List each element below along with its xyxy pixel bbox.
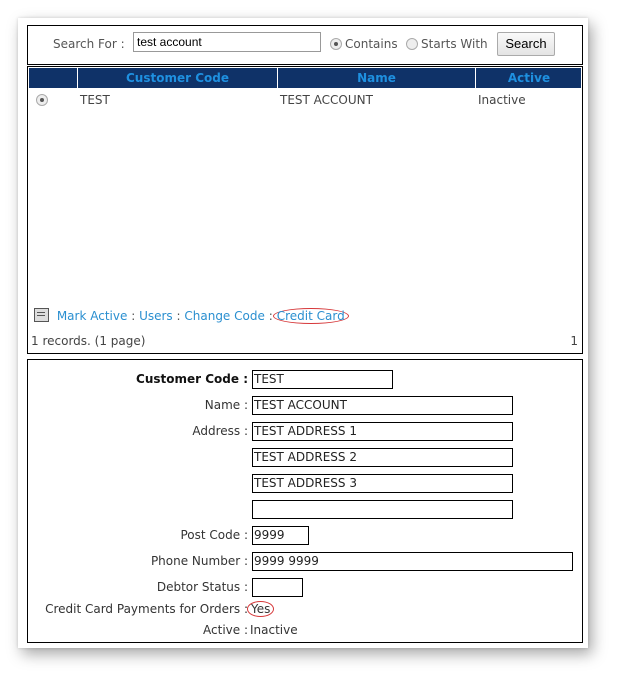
address-line-3-field[interactable]: TEST ADDRESS 3 [252, 474, 513, 493]
page-link[interactable]: 1 [570, 334, 578, 348]
customer-details-form: Customer Code : TEST Name : TEST ACCOUNT… [27, 359, 583, 643]
contains-label[interactable]: Contains [345, 37, 398, 51]
cell-active: Inactive [478, 93, 526, 107]
search-input[interactable]: test account [133, 32, 321, 52]
records-count: 1 records. (1 page) [31, 334, 146, 348]
address-line-1-field[interactable]: TEST ADDRESS 1 [252, 422, 513, 441]
name-label: Name : [204, 398, 248, 412]
column-active[interactable]: Active [475, 68, 582, 88]
customer-panel: Search For : test account Contains Start… [18, 18, 588, 648]
debtor-status-label: Debtor Status : [156, 580, 248, 594]
row-select-radio[interactable] [36, 94, 48, 106]
contains-radio[interactable] [330, 38, 342, 50]
change-code-link[interactable]: Change Code [184, 309, 264, 323]
grid-header: Customer Code Name Active [29, 68, 581, 88]
separator: : [176, 309, 181, 323]
post-code-label: Post Code : [180, 528, 249, 542]
active-value: Inactive [250, 623, 298, 637]
table-row[interactable]: TEST TEST ACCOUNT Inactive [29, 89, 581, 111]
name-field[interactable]: TEST ACCOUNT [252, 396, 513, 415]
edit-icon [34, 308, 49, 322]
column-name[interactable]: Name [277, 68, 475, 88]
cc-payments-label: Credit Card Payments for Orders : [45, 602, 248, 616]
grid-actions: Mark Active : Users : Change Code : Credi… [34, 308, 349, 324]
cc-payments-value: Yes [247, 601, 275, 617]
customer-code-field[interactable]: TEST [252, 370, 393, 389]
credit-card-link[interactable]: Credit Card [272, 308, 349, 324]
mark-active-link[interactable]: Mark Active [57, 309, 128, 323]
column-customer-code[interactable]: Customer Code [77, 68, 277, 88]
address-line-2-field[interactable]: TEST ADDRESS 2 [252, 448, 513, 467]
search-label: Search For : [53, 37, 125, 51]
search-bar: Search For : test account Contains Start… [27, 25, 583, 65]
starts-with-label[interactable]: Starts With [421, 37, 488, 51]
starts-with-radio[interactable] [406, 38, 418, 50]
cell-name: TEST ACCOUNT [280, 93, 373, 107]
separator: : [131, 309, 136, 323]
results-grid: Customer Code Name Active TEST TEST ACCO… [27, 66, 583, 354]
phone-number-field[interactable]: 9999 9999 [252, 552, 573, 571]
address-label: Address : [192, 424, 248, 438]
debtor-status-field[interactable] [252, 578, 303, 597]
customer-code-label: Customer Code : [136, 372, 248, 386]
post-code-field[interactable]: 9999 [252, 526, 309, 545]
select-column-header [29, 68, 77, 88]
phone-number-label: Phone Number : [150, 554, 248, 568]
address-line-4-field[interactable] [252, 500, 513, 519]
users-link[interactable]: Users [139, 309, 173, 323]
cell-customer-code: TEST [80, 93, 110, 107]
active-label: Active : [203, 623, 248, 637]
search-button[interactable]: Search [497, 32, 555, 56]
